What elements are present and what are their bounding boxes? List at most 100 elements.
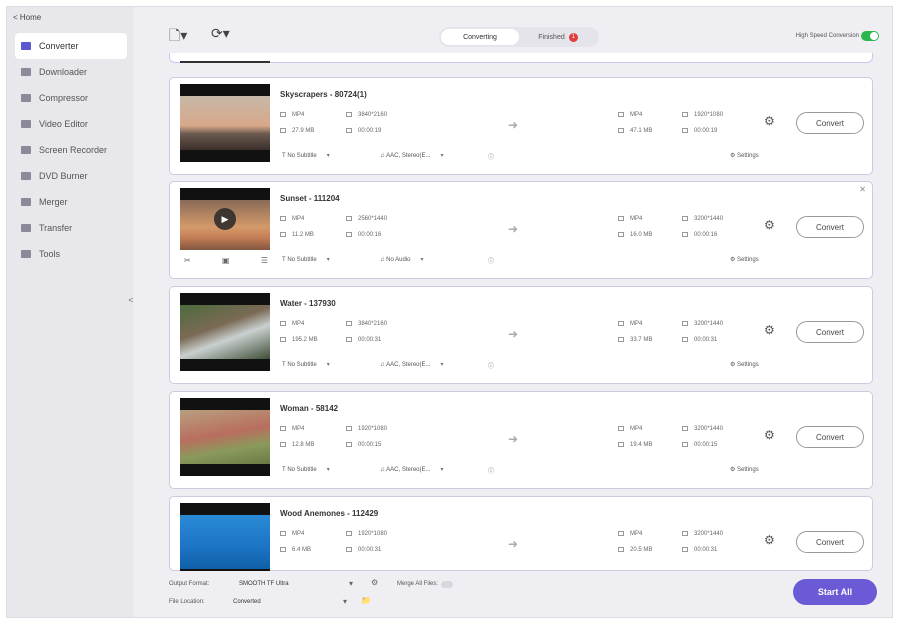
sidebar-item-tools[interactable]: Tools — [15, 241, 127, 267]
tab-finished[interactable]: Finished 1 — [519, 29, 597, 45]
add-from-device-icon[interactable]: ⟳▾ — [211, 25, 230, 42]
audio-select[interactable]: ♫ No Audio ▾ — [380, 256, 424, 263]
file-title: Skyscrapers - 80724(1) — [280, 90, 367, 99]
sidebar-item-dvd-burner[interactable]: DVD Burner — [15, 163, 127, 189]
target-format-value: MP4 — [630, 321, 643, 328]
convert-button[interactable]: Convert — [796, 531, 864, 553]
sidebar-item-downloader[interactable]: Downloader — [15, 59, 127, 85]
info-icon[interactable]: ⓘ — [488, 152, 494, 161]
merge-toggle[interactable] — [441, 581, 453, 588]
target-duration-value: 00:00:19 — [694, 128, 718, 135]
sidebar-item-transfer[interactable]: Transfer — [15, 215, 127, 241]
target-duration: 00:00:19 — [682, 128, 717, 134]
folder-icon — [280, 232, 286, 237]
sidebar-item-label: Screen Recorder — [39, 145, 108, 155]
subtitle-select[interactable]: T No Subtitle ▾ — [282, 152, 330, 159]
sidebar-item-compressor[interactable]: Compressor — [15, 85, 127, 111]
video-thumbnail[interactable] — [180, 84, 270, 162]
effects-icon[interactable]: ☰ — [261, 256, 268, 265]
target-size-value: 20.5 MB — [630, 547, 653, 554]
video-thumbnail[interactable]: ▶ — [180, 188, 270, 250]
chevron-down-icon[interactable]: ▾ — [343, 597, 347, 606]
source-format: MP4 — [280, 216, 304, 222]
target-format: MP4 — [618, 216, 642, 222]
output-settings-icon[interactable]: ⚙ — [764, 114, 775, 128]
source-format-value: MP4 — [292, 112, 305, 119]
high-speed-toggle[interactable] — [861, 31, 879, 41]
sidebar-item-merger[interactable]: Merger — [15, 189, 127, 215]
main-panel: 🗋▾ ⟳▾ Converting Finished 1 High Speed Co… — [145, 11, 885, 615]
trim-icon[interactable]: ✂ — [184, 256, 191, 265]
output-format-select[interactable]: SMOOTH TF Ultra — [239, 581, 289, 587]
sidebar-collapse-button[interactable]: < — [125, 295, 137, 309]
settings-button[interactable]: ⚙ Settings — [730, 152, 759, 159]
target-size-value: 16.0 MB — [630, 232, 653, 239]
tab-converting[interactable]: Converting — [441, 29, 519, 45]
subtitle-select[interactable]: T No Subtitle ▾ — [282, 256, 330, 263]
subtitle-select[interactable]: T No Subtitle ▾ — [282, 361, 330, 368]
source-format-value: MP4 — [292, 321, 305, 328]
target-resolution-value: 3200*1440 — [694, 216, 724, 223]
output-settings-icon[interactable]: ⚙ — [764, 533, 775, 547]
folder-icon[interactable]: 📁 — [361, 596, 371, 605]
subtitle-select[interactable]: T No Subtitle ▾ — [282, 466, 330, 473]
home-link[interactable]: < Home — [13, 13, 41, 22]
target-format-value: MP4 — [630, 216, 643, 223]
output-settings-icon[interactable]: ⚙ — [764, 428, 775, 442]
resolution-icon — [682, 321, 688, 326]
converter-icon — [21, 42, 31, 50]
source-size: 12.8 MB — [280, 442, 314, 448]
video-thumbnail[interactable] — [180, 503, 270, 581]
convert-button[interactable]: Convert — [796, 112, 864, 134]
sidebar-item-converter[interactable]: Converter — [15, 33, 127, 59]
close-icon[interactable]: ✕ — [859, 185, 866, 194]
settings-button[interactable]: ⚙ Settings — [730, 361, 759, 368]
source-resolution: 1920*1080 — [346, 531, 387, 537]
convert-button[interactable]: Convert — [796, 426, 864, 448]
toolbar: 🗋▾ ⟳▾ Converting Finished 1 High Speed Co… — [145, 11, 885, 57]
arrow-right-icon: ➜ — [508, 118, 519, 132]
video-thumbnail[interactable] — [180, 293, 270, 371]
output-settings-icon[interactable]: ⚙ — [764, 218, 775, 232]
convert-button[interactable]: Convert — [796, 216, 864, 238]
chevron-down-icon: ▾ — [440, 153, 444, 159]
file-location-select[interactable]: Converted — [233, 599, 261, 605]
target-size-value: 33.7 MB — [630, 337, 653, 344]
output-settings-icon[interactable]: ⚙ — [764, 323, 775, 337]
sidebar-item-video-editor[interactable]: Video Editor — [15, 111, 127, 137]
subtitle-value: No Subtitle — [287, 257, 317, 263]
settings-button[interactable]: ⚙ Settings — [730, 256, 759, 263]
sidebar-item-screen-recorder[interactable]: Screen Recorder — [15, 137, 127, 163]
resolution-icon — [682, 112, 688, 117]
thumbnail-tools: ✂ ▣ ☰ — [184, 256, 268, 265]
target-resolution-value: 3200*1440 — [694, 321, 724, 328]
audio-select[interactable]: ♫ AAC, Stereo(E... ▾ — [380, 152, 444, 159]
info-icon[interactable]: ⓘ — [488, 256, 494, 265]
dvd-burner-icon — [21, 172, 31, 180]
settings-button[interactable]: ⚙ Settings — [730, 466, 759, 473]
target-size-value: 19.4 MB — [630, 442, 653, 449]
scroll-indicator — [180, 61, 270, 63]
play-icon[interactable]: ▶ — [214, 208, 236, 230]
target-size: 16.0 MB — [618, 232, 652, 238]
clock-icon — [346, 128, 352, 133]
info-icon[interactable]: ⓘ — [488, 361, 494, 370]
source-size-value: 27.9 MB — [292, 128, 315, 135]
audio-select[interactable]: ♫ AAC, Stereo(E... ▾ — [380, 361, 444, 368]
audio-select[interactable]: ♫ AAC, Stereo(E... ▾ — [380, 466, 444, 473]
folder-icon — [618, 128, 624, 133]
gear-icon: ⚙ — [730, 153, 738, 159]
resolution-icon — [346, 321, 352, 326]
convert-button[interactable]: Convert — [796, 321, 864, 343]
start-all-button[interactable]: Start All — [793, 579, 877, 605]
arrow-right-icon: ➜ — [508, 327, 519, 341]
video-thumbnail[interactable] — [180, 398, 270, 476]
format-settings-icon[interactable]: ⚙ — [371, 578, 378, 587]
add-file-icon[interactable]: 🗋▾ — [169, 25, 187, 49]
info-icon[interactable]: ⓘ — [488, 466, 494, 475]
resolution-icon — [346, 216, 352, 221]
target-size: 33.7 MB — [618, 337, 652, 343]
source-duration: 00:00:31 — [346, 547, 381, 553]
crop-icon[interactable]: ▣ — [222, 256, 230, 265]
chevron-down-icon[interactable]: ▾ — [349, 579, 353, 588]
